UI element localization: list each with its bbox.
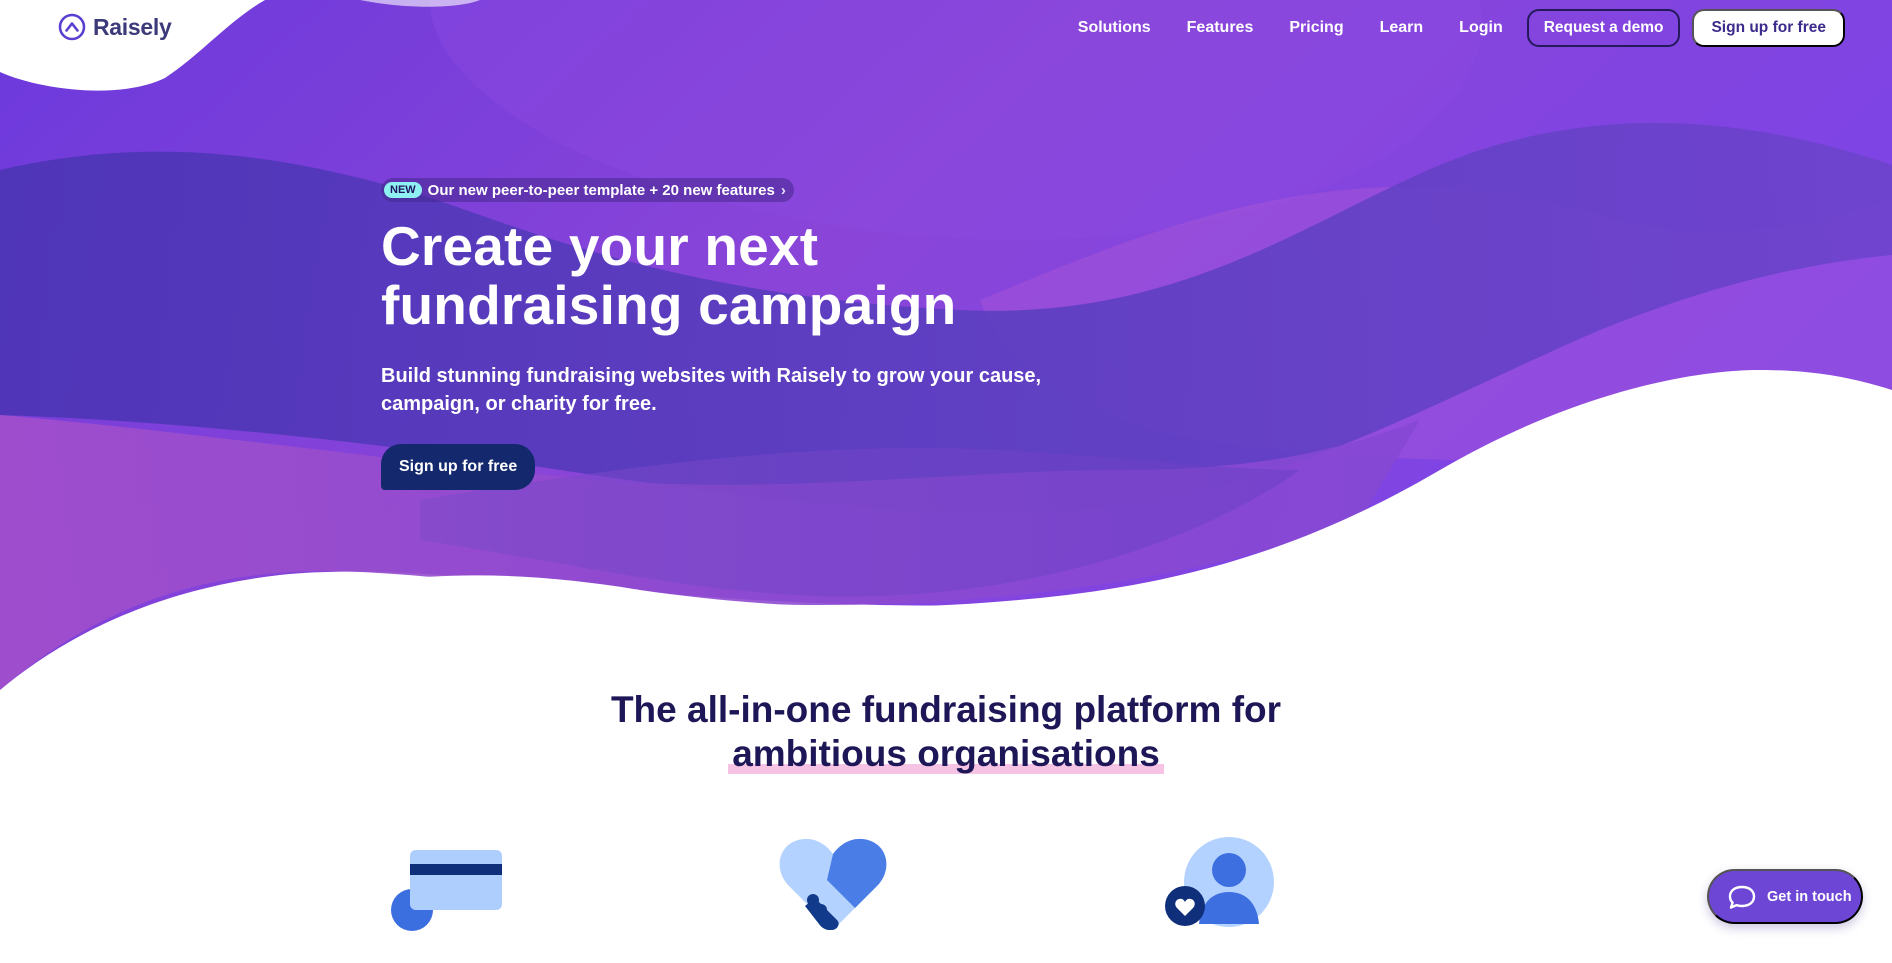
top-navigation: Raisely Solutions Features Pricing Learn… (0, 0, 1892, 54)
platform-heading-highlight: ambitious organisations (728, 733, 1164, 774)
nav-signup-button[interactable]: Sign up for free (1692, 9, 1845, 47)
handshake-heart-icon (779, 838, 887, 930)
chat-bubble-icon (1728, 885, 1756, 909)
person-heart-icon (1165, 837, 1274, 927)
request-demo-button[interactable]: Request a demo (1526, 9, 1681, 47)
nav-link-features[interactable]: Features (1187, 19, 1254, 37)
chevron-right-icon: › (780, 181, 786, 199)
credit-card-icon (391, 850, 502, 931)
platform-heading-line: The all-in-one fundraising platform for (610, 689, 1282, 730)
nav-link-login[interactable]: Login (1459, 19, 1503, 37)
nav-link-solutions[interactable]: Solutions (1078, 19, 1151, 37)
get-in-touch-label: Get in touch (1767, 888, 1852, 905)
hero-signup-button[interactable]: Sign up for free (381, 444, 536, 490)
platform-heading: The all-in-one fundraising platform for … (0, 688, 1892, 776)
nav-link-learn[interactable]: Learn (1380, 19, 1424, 37)
hero-subtitle: Build stunning fundraising websites with… (381, 365, 1042, 415)
nav-links: Solutions Features Pricing Learn Login R… (1078, 9, 1845, 47)
announcement-banner[interactable]: NEW Our new peer-to-peer template + 20 n… (381, 178, 794, 202)
get-in-touch-button[interactable]: Get in touch (1707, 869, 1863, 924)
raisely-logo[interactable]: Raisely (58, 13, 172, 41)
hero-section: NEW Our new peer-to-peer template + 20 n… (381, 178, 1181, 490)
announcement-text: Our new peer-to-peer template + 20 new f… (427, 181, 775, 199)
brand-name: Raisely (93, 13, 172, 40)
hero-title: Create your next fundraising campaign (381, 215, 957, 336)
nav-link-pricing[interactable]: Pricing (1289, 19, 1343, 37)
raisely-logo-icon (58, 13, 86, 41)
new-badge: NEW (384, 182, 422, 198)
